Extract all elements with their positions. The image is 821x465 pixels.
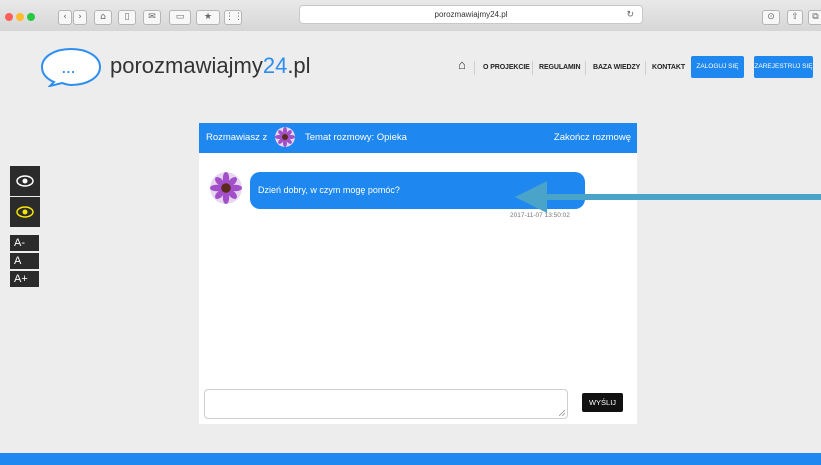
- send-button[interactable]: WYŚLIJ: [582, 393, 623, 412]
- site-header: ... porozmawiajmy24.pl ⌂ O PROJEKCIE REG…: [0, 31, 821, 95]
- site-logo[interactable]: porozmawiajmy24.pl: [110, 53, 311, 79]
- message-avatar: [210, 172, 242, 204]
- share-icon[interactable]: ⇧: [787, 10, 803, 25]
- message-input[interactable]: [204, 389, 568, 419]
- contrast-high-button[interactable]: [10, 197, 40, 227]
- minimize-window-button[interactable]: [16, 13, 24, 21]
- talking-with-label: Rozmawiasz z: [206, 132, 268, 143]
- eye-icon: [10, 166, 40, 196]
- tabs-icon[interactable]: ⧉: [808, 10, 821, 25]
- address-bar[interactable]: porozmawiajmy24.pl ↻: [299, 5, 643, 24]
- chat-panel: Rozmawiasz z Temat rozmowy: Opieka Zakoń…: [199, 123, 637, 424]
- browser-toolbar: ‹ › ⌂ ▯ ✉ ▭ ★ ⋮⋮ porozmawiajmy24.pl ↻ ⊙ …: [0, 0, 821, 32]
- contrast-normal-button[interactable]: [10, 166, 40, 196]
- nav-divider: [474, 61, 475, 75]
- consultant-avatar: [275, 127, 295, 147]
- nav-item-regulamin[interactable]: REGULAMIN: [539, 64, 581, 71]
- zoom-window-button[interactable]: [27, 13, 35, 21]
- grid-icon[interactable]: ⋮⋮: [224, 10, 243, 25]
- nav-divider: [585, 61, 586, 75]
- reload-icon[interactable]: ↻: [626, 6, 634, 23]
- back-icon[interactable]: ‹: [58, 10, 72, 25]
- eye-yellow-icon: [10, 197, 40, 227]
- chat-header: Rozmawiasz z Temat rozmowy: Opieka Zakoń…: [199, 123, 637, 153]
- nav-divider: [645, 61, 646, 75]
- font-decrease-button[interactable]: A-: [10, 235, 39, 251]
- logo-number: 24: [262, 53, 288, 78]
- address-bar-url: porozmawiajmy24.pl: [434, 10, 508, 19]
- home-icon[interactable]: ⌂: [94, 10, 112, 25]
- register-button[interactable]: ZAREJESTRUJ SIĘ: [754, 56, 813, 78]
- site-footer: [0, 453, 821, 465]
- logo-name: porozmawiajmy: [110, 53, 263, 78]
- print-icon[interactable]: ▭: [169, 10, 191, 25]
- nav-item-kontakt[interactable]: KONTAKT: [652, 64, 685, 71]
- download-icon[interactable]: ⊙: [762, 10, 780, 25]
- logo-dots: ...: [62, 61, 76, 76]
- resize-handle-icon[interactable]: [559, 410, 565, 416]
- bookmark-icon[interactable]: ★: [196, 10, 220, 25]
- mail-icon[interactable]: ✉: [143, 10, 161, 25]
- annotation-arrow-icon: [515, 181, 821, 213]
- nav-item-baza-wiedzy[interactable]: BAZA WIEDZY: [593, 64, 640, 71]
- home-nav-icon[interactable]: ⌂: [458, 57, 466, 72]
- logo-tld: .pl: [287, 53, 311, 78]
- end-conversation-link[interactable]: Zakończ rozmowę: [554, 132, 631, 143]
- nav-item-o-projekcie[interactable]: O PROJEKCIE: [483, 64, 530, 71]
- forward-icon[interactable]: ›: [73, 10, 87, 25]
- login-button[interactable]: ZALOGUJ SIĘ: [691, 56, 744, 78]
- font-normal-button[interactable]: A: [10, 253, 39, 269]
- close-window-button[interactable]: [5, 13, 13, 21]
- nav-divider: [532, 61, 533, 75]
- chat-topic: Temat rozmowy: Opieka: [305, 132, 407, 143]
- font-increase-button[interactable]: A+: [10, 271, 39, 287]
- sidebar-icon[interactable]: ▯: [118, 10, 136, 25]
